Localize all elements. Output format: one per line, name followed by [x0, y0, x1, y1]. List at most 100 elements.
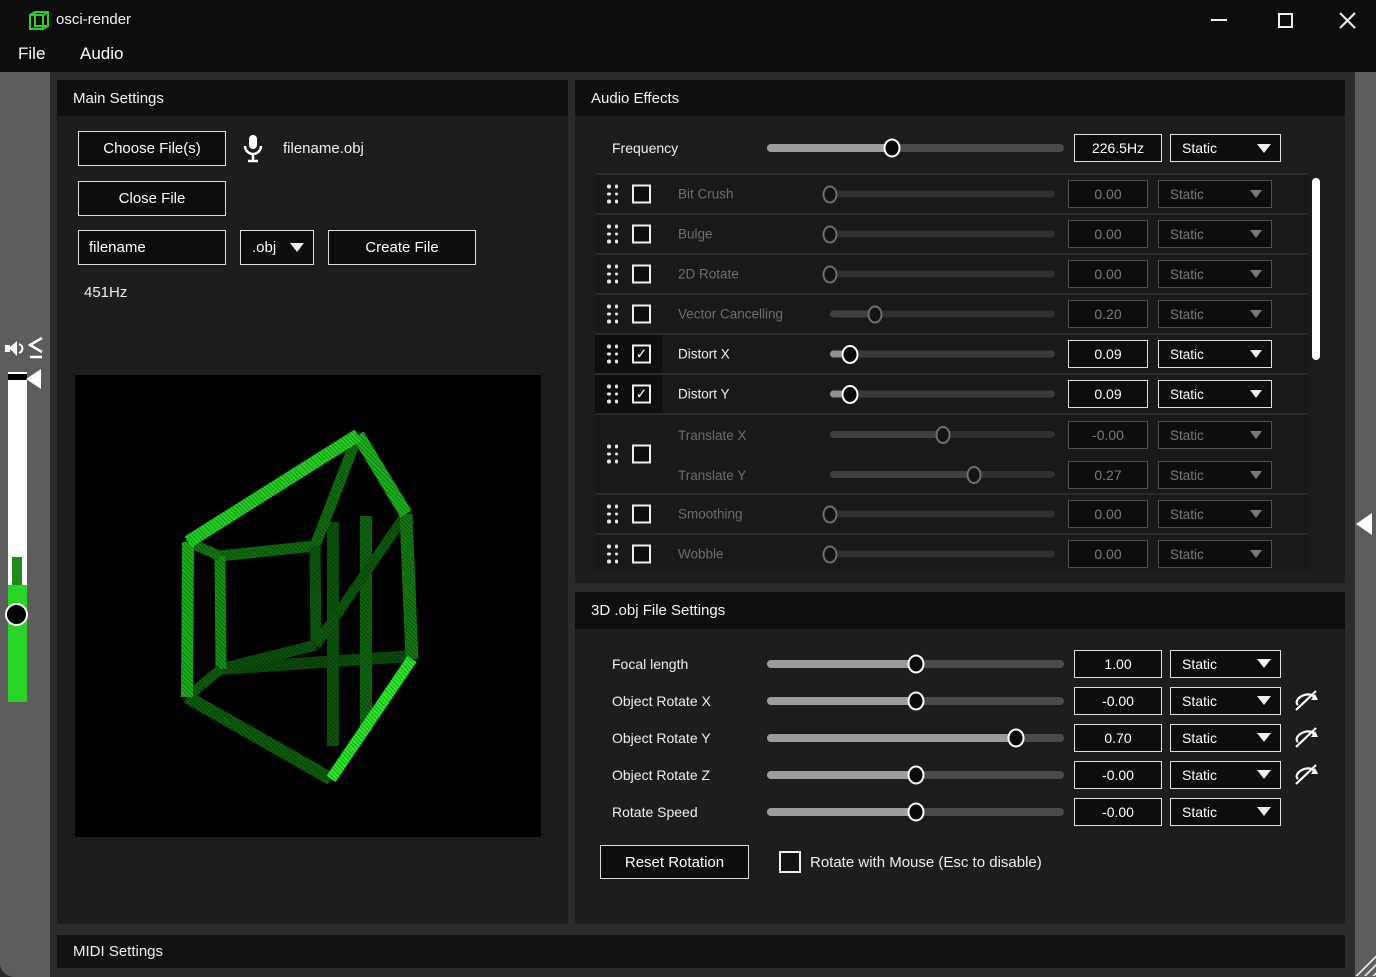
rotation-axis-disabled-icon[interactable] [1293, 725, 1319, 751]
drag-handle-icon[interactable] [607, 305, 618, 324]
drag-handle-icon[interactable] [607, 445, 618, 464]
setting-value[interactable]: -0.00 [1074, 687, 1162, 715]
menu-file[interactable]: File [18, 44, 45, 64]
setting-slider[interactable] [767, 697, 1064, 705]
effect-mode-dropdown[interactable]: Static [1158, 540, 1272, 568]
effect-slider-thumb[interactable] [967, 466, 982, 484]
setting-mode-dropdown[interactable]: Static [1170, 724, 1281, 752]
close-file-button[interactable]: Close File [78, 181, 226, 216]
rotate-with-mouse-checkbox[interactable] [779, 851, 801, 873]
effect-value[interactable]: 0.20 [1068, 300, 1148, 328]
setting-slider-thumb[interactable] [907, 691, 924, 710]
setting-mode-dropdown[interactable]: Static [1170, 798, 1281, 826]
drag-handle-icon[interactable] [607, 545, 618, 564]
choose-files-button[interactable]: Choose File(s) [78, 131, 226, 166]
effect-mode-dropdown[interactable]: Static [1158, 300, 1272, 328]
setting-value[interactable]: -0.00 [1074, 798, 1162, 826]
effect-value[interactable]: -0.00 [1068, 421, 1148, 449]
minimize-button[interactable] [1196, 0, 1242, 40]
maximize-button[interactable] [1262, 0, 1308, 40]
setting-mode-dropdown[interactable]: Static [1170, 687, 1281, 715]
setting-mode-dropdown[interactable]: Static [1170, 761, 1281, 789]
frequency-slider[interactable] [767, 144, 1064, 152]
rotation-axis-disabled-icon[interactable] [1293, 762, 1319, 788]
frequency-value[interactable]: 226.5Hz [1074, 134, 1162, 162]
setting-slider[interactable] [767, 771, 1064, 779]
drag-handle-icon[interactable] [607, 265, 618, 284]
setting-mode-dropdown[interactable]: Static [1170, 650, 1281, 678]
drag-handle-icon[interactable] [607, 225, 618, 244]
effect-slider[interactable] [830, 511, 1055, 518]
effect-slider[interactable] [830, 191, 1055, 198]
effect-slider-thumb[interactable] [823, 225, 838, 243]
effect-slider-thumb[interactable] [823, 505, 838, 523]
setting-slider-thumb[interactable] [907, 654, 924, 673]
drag-handle-icon[interactable] [607, 345, 618, 364]
effect-slider[interactable] [830, 311, 1055, 318]
midi-settings-bar[interactable]: MIDI Settings [57, 935, 1345, 968]
setting-value[interactable]: -0.00 [1074, 761, 1162, 789]
effect-checkbox[interactable]: ✓ [632, 385, 651, 404]
filename-input[interactable] [78, 230, 226, 265]
panel-collapse-arrow-icon[interactable] [1356, 513, 1372, 535]
effect-slider[interactable] [830, 271, 1055, 278]
effect-checkbox[interactable] [632, 545, 651, 564]
effect-slider[interactable] [830, 351, 1055, 358]
volume-knob[interactable] [5, 603, 28, 626]
effect-mode-dropdown[interactable]: Static [1158, 461, 1272, 489]
effect-slider-thumb[interactable] [935, 426, 950, 444]
effect-slider-thumb[interactable] [823, 185, 838, 203]
effect-checkbox[interactable] [632, 185, 651, 204]
effect-slider[interactable] [830, 431, 1055, 438]
setting-value[interactable]: 1.00 [1074, 650, 1162, 678]
oscilloscope-preview[interactable] [75, 375, 541, 837]
volume-threshold-handle[interactable] [26, 369, 41, 389]
effect-checkbox[interactable] [632, 305, 651, 324]
setting-slider[interactable] [767, 660, 1064, 668]
effect-mode-dropdown[interactable]: Static [1158, 421, 1272, 449]
effect-value[interactable]: 0.09 [1068, 380, 1148, 408]
effect-slider[interactable] [830, 391, 1055, 398]
effect-value[interactable]: 0.00 [1068, 500, 1148, 528]
effect-value[interactable]: 0.00 [1068, 260, 1148, 288]
effect-mode-dropdown[interactable]: Static [1158, 220, 1272, 248]
effect-slider[interactable] [830, 231, 1055, 238]
effects-scrollbar[interactable] [1312, 178, 1320, 360]
effect-mode-dropdown[interactable]: Static [1158, 340, 1272, 368]
setting-slider-thumb[interactable] [1008, 728, 1025, 747]
effect-checkbox[interactable] [632, 445, 651, 464]
setting-slider-thumb[interactable] [907, 802, 924, 821]
effect-slider-thumb[interactable] [842, 345, 859, 364]
effect-value[interactable]: 0.27 [1068, 461, 1148, 489]
frequency-slider-thumb[interactable] [883, 139, 900, 158]
effect-value[interactable]: 0.09 [1068, 340, 1148, 368]
extension-select[interactable]: .obj [240, 230, 314, 265]
reset-rotation-button[interactable]: Reset Rotation [600, 845, 749, 879]
setting-value[interactable]: 0.70 [1074, 724, 1162, 752]
effect-slider-thumb[interactable] [842, 385, 859, 404]
speaker-icon[interactable] [4, 337, 26, 359]
effect-value[interactable]: 0.00 [1068, 540, 1148, 568]
rotation-axis-disabled-icon[interactable] [1293, 688, 1319, 714]
effect-mode-dropdown[interactable]: Static [1158, 500, 1272, 528]
effect-mode-dropdown[interactable]: Static [1158, 380, 1272, 408]
effect-slider-thumb[interactable] [868, 305, 883, 323]
effect-mode-dropdown[interactable]: Static [1158, 180, 1272, 208]
effect-checkbox[interactable] [632, 265, 651, 284]
effect-slider[interactable] [830, 551, 1055, 558]
setting-slider[interactable] [767, 734, 1064, 742]
close-button[interactable] [1324, 0, 1370, 40]
frequency-mode-dropdown[interactable]: Static [1170, 134, 1281, 162]
effect-mode-dropdown[interactable]: Static [1158, 260, 1272, 288]
effect-value[interactable]: 0.00 [1068, 220, 1148, 248]
create-file-button[interactable]: Create File [328, 230, 476, 265]
effect-checkbox[interactable] [632, 505, 651, 524]
effect-slider[interactable] [830, 471, 1055, 478]
menu-audio[interactable]: Audio [80, 44, 123, 64]
setting-slider[interactable] [767, 808, 1064, 816]
drag-handle-icon[interactable] [607, 385, 618, 404]
effect-value[interactable]: 0.00 [1068, 180, 1148, 208]
setting-slider-thumb[interactable] [907, 765, 924, 784]
microphone-icon[interactable] [243, 134, 263, 164]
effect-slider-thumb[interactable] [823, 545, 838, 563]
